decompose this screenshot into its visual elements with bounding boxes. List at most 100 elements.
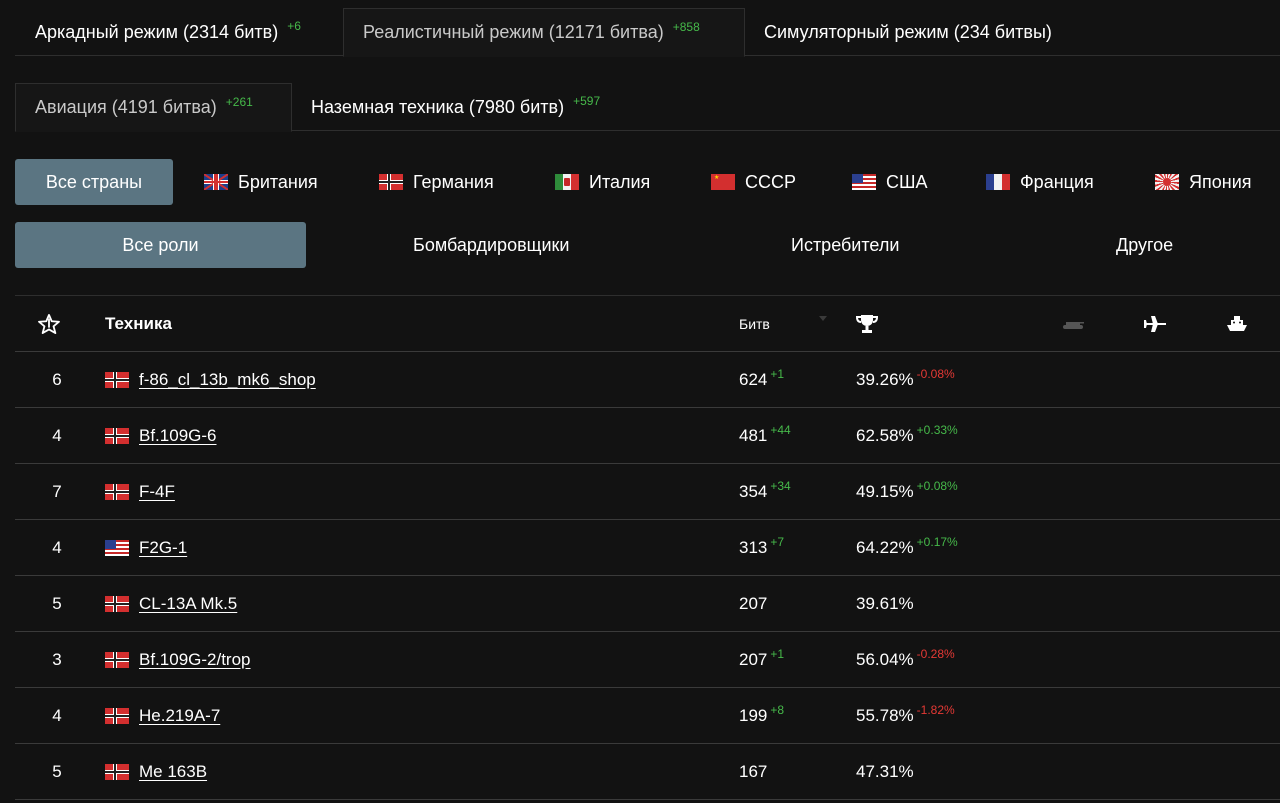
- country-ussr[interactable]: ★ СССР: [711, 159, 796, 205]
- rank-value: 5: [52, 762, 62, 781]
- vehicle-cell: He.219A-7: [105, 688, 220, 744]
- battles-column-header[interactable]: Битв: [739, 296, 770, 352]
- germany-flag-icon: [105, 372, 129, 388]
- battles-cell: 207: [739, 576, 767, 632]
- tab-ground-vehicles[interactable]: Наземная техника (7980 битв) +597: [292, 83, 619, 131]
- winrate-cell: 64.22% +0.17%: [856, 520, 958, 576]
- winrate-value: 39.26%: [856, 370, 914, 389]
- role-bombers[interactable]: Бомбардировщики: [413, 222, 569, 268]
- vehicle-column-header[interactable]: Техника: [105, 296, 172, 352]
- vehicle-link[interactable]: Bf.109G-2/trop: [139, 650, 251, 670]
- battles-delta: +34: [770, 479, 791, 493]
- vehicle-link[interactable]: He.219A-7: [139, 706, 220, 726]
- battles-cell: 313 +7: [739, 520, 784, 576]
- winrate-cell: 47.31%: [856, 744, 914, 800]
- country-germany[interactable]: Германия: [379, 159, 494, 205]
- winrate-delta: -0.28%: [916, 647, 955, 661]
- battles-value: 207: [739, 594, 768, 613]
- table-row: 5 CL-13A Mk.5 207 39.61%: [15, 576, 1280, 632]
- all-countries-button[interactable]: Все страны: [15, 159, 173, 205]
- battles-delta: +44: [770, 423, 791, 437]
- rank-value: 5: [52, 594, 62, 613]
- rank-value: 6: [52, 370, 62, 389]
- vehicle-link[interactable]: Bf.109G-6: [139, 426, 217, 446]
- country-usa[interactable]: США: [852, 159, 928, 205]
- role-other[interactable]: Другое: [1116, 222, 1173, 268]
- table-row: 7 F-4F 354 +34 49.15% +0.08%: [15, 464, 1280, 520]
- tab-delta: +858: [672, 19, 700, 34]
- vehicle-link[interactable]: CL-13A Mk.5: [139, 594, 237, 614]
- battles-value: 313: [739, 538, 768, 557]
- battles-value: 207: [739, 650, 768, 669]
- country-label: Япония: [1189, 171, 1252, 192]
- vehicle-link[interactable]: F-4F: [139, 482, 175, 502]
- winrate-delta: +0.08%: [916, 479, 958, 493]
- germany-flag-icon: [105, 652, 129, 668]
- rank-value: 7: [52, 482, 62, 501]
- vehicle-cell: F2G-1: [105, 520, 187, 576]
- ship-icon[interactable]: [1226, 296, 1248, 352]
- battles-cell: 354 +34: [739, 464, 791, 520]
- country-britain[interactable]: Британия: [204, 159, 318, 205]
- rank-value: 3: [52, 650, 62, 669]
- battles-cell: 167: [739, 744, 767, 800]
- country-label: США: [886, 171, 928, 192]
- ussr-flag-icon: ★: [711, 174, 735, 190]
- rank-star-icon[interactable]: [38, 296, 60, 352]
- usa-flag-icon: [105, 540, 129, 556]
- country-japan[interactable]: Япония: [1155, 159, 1252, 205]
- all-roles-button[interactable]: Все роли: [15, 222, 306, 268]
- winrate-cell: 49.15% +0.08%: [856, 464, 958, 520]
- winrate-value: 39.61%: [856, 594, 914, 613]
- vehicle-link[interactable]: Me 163B: [139, 762, 207, 782]
- vehicle-link[interactable]: F2G-1: [139, 538, 187, 558]
- germany-flag-icon: [105, 764, 129, 780]
- winrate-cell: 55.78% -1.82%: [856, 688, 955, 744]
- battles-cell: 199 +8: [739, 688, 784, 744]
- battles-value: 167: [739, 762, 768, 781]
- rank-value: 4: [52, 538, 62, 557]
- battles-value: 199: [739, 706, 768, 725]
- tab-arcade-mode[interactable]: Аркадный режим (2314 битв) +6: [15, 8, 321, 56]
- country-italy[interactable]: Италия: [555, 159, 650, 205]
- tab-label: Аркадный режим (2314 битв): [35, 21, 279, 42]
- tab-realistic-mode[interactable]: Реалистичный режим (12171 битва) +858: [343, 8, 745, 57]
- role-filter: Все роли Бомбардировщики Истребители Дру…: [15, 222, 1280, 268]
- tank-icon[interactable]: [1062, 296, 1084, 352]
- tab-aviation[interactable]: Авиация (4191 битва) +261: [15, 83, 292, 132]
- table-row: 3 Bf.109G-2/trop 207 +1 56.04% -0.28%: [15, 632, 1280, 688]
- winrate-value: 49.15%: [856, 482, 914, 501]
- role-fighters[interactable]: Истребители: [791, 222, 899, 268]
- tab-simulator-mode[interactable]: Симуляторный режим (234 битвы): [745, 8, 1071, 56]
- vehicle-cell: F-4F: [105, 464, 175, 520]
- country-france[interactable]: Франция: [986, 159, 1094, 205]
- table-row: 5 Me 163B 167 47.31%: [15, 744, 1280, 800]
- vehicle-cell: Me 163B: [105, 744, 207, 800]
- country-label: Германия: [413, 171, 494, 192]
- germany-flag-icon: [379, 174, 403, 190]
- japan-flag-icon: [1155, 174, 1179, 190]
- vehicle-cell: Bf.109G-6: [105, 408, 217, 464]
- tab-label: Симуляторный режим (234 битвы): [764, 21, 1052, 42]
- winrate-cell: 56.04% -0.28%: [856, 632, 955, 688]
- winrate-cell: 62.58% +0.33%: [856, 408, 958, 464]
- battles-value: 481: [739, 426, 768, 445]
- vehicle-link[interactable]: f-86_cl_13b_mk6_shop: [139, 370, 316, 390]
- trophy-icon[interactable]: [856, 296, 878, 352]
- battles-delta: +1: [770, 367, 785, 381]
- battles-value: 624: [739, 370, 768, 389]
- vehicle-cell: CL-13A Mk.5: [105, 576, 237, 632]
- germany-flag-icon: [105, 428, 129, 444]
- plane-icon[interactable]: [1143, 296, 1167, 352]
- table-row: 4 Bf.109G-6 481 +44 62.58% +0.33%: [15, 408, 1280, 464]
- tab-label: Авиация (4191 битва): [35, 97, 217, 117]
- table-row: 6 f-86_cl_13b_mk6_shop 624 +1 39.26% -0.…: [15, 352, 1280, 408]
- country-label: СССР: [745, 171, 797, 192]
- winrate-cell: 39.61%: [856, 576, 914, 632]
- table-row: 4 He.219A-7 199 +8 55.78% -1.82%: [15, 688, 1280, 744]
- winrate-cell: 39.26% -0.08%: [856, 352, 955, 408]
- tab-delta: +597: [573, 94, 601, 108]
- tab-delta: +6: [287, 19, 301, 33]
- winrate-delta: -1.82%: [916, 703, 955, 717]
- branch-tabs: Авиация (4191 битва) +261 Наземная техни…: [15, 83, 1280, 132]
